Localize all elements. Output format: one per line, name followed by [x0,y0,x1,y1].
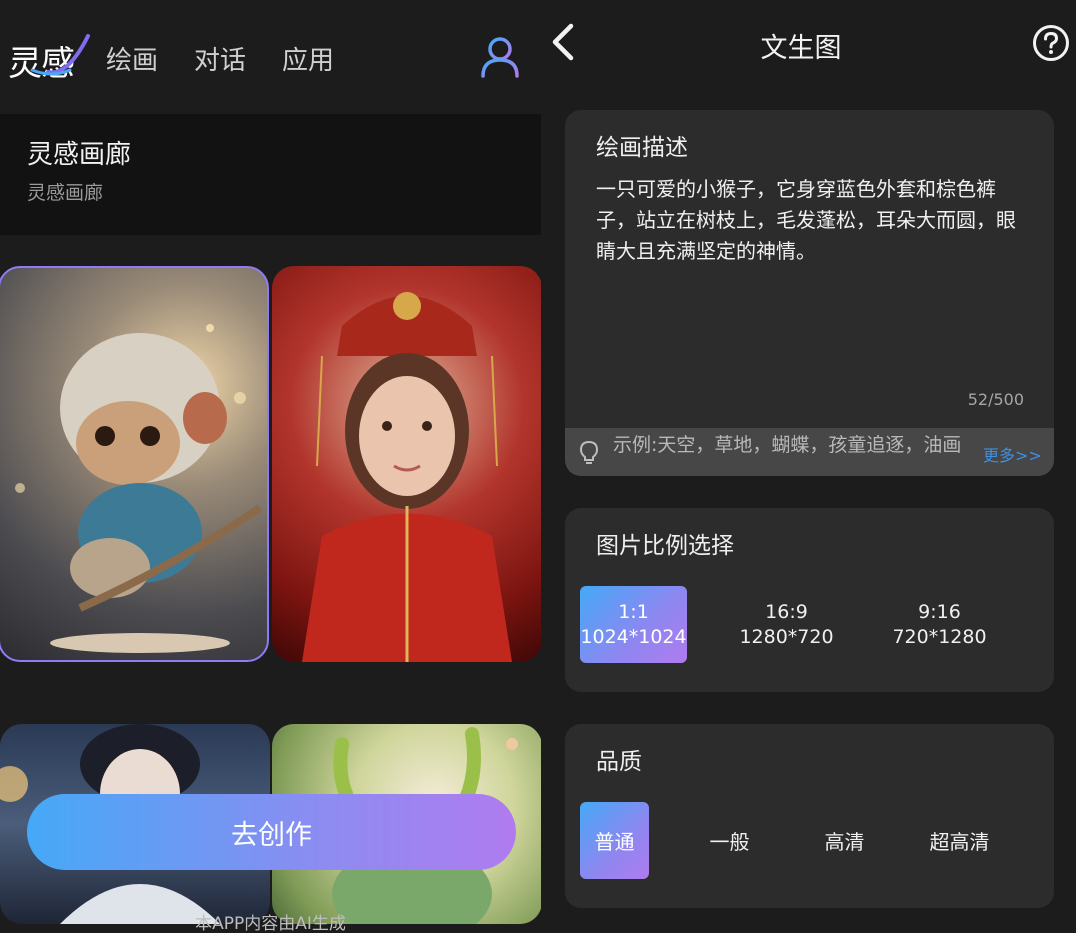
description-textarea[interactable]: 一只可爱的小猴子，它身穿蓝色外套和棕色裤子，站立在树枝上，毛发蓬松，耳朵大而圆，… [596,174,1034,267]
nav-tab-apps[interactable]: 应用 [282,40,334,77]
ratio-option-16-9[interactable]: 16:9 1280*720 [733,586,840,663]
more-examples-link[interactable]: 更多>> [983,442,1042,466]
nav-tab-chat[interactable]: 对话 [194,40,246,77]
quality-option-hd[interactable]: 高清 [810,802,879,879]
nav-tab-drawing[interactable]: 绘画 [106,40,158,77]
ratio-option-9-16[interactable]: 9:16 720*1280 [886,586,993,663]
ratio-title: 图片比例选择 [596,533,734,559]
example-tip-text: 示例:天空，草地，蝴蝶，孩童追逐，油画 [613,434,962,456]
ratio-label: 16:9 [765,600,808,623]
ratio-option-1-1[interactable]: 1:1 1024*1024 [580,586,687,663]
lightbulb-icon [579,440,599,464]
go-create-button[interactable]: 去创作 [27,794,516,870]
user-profile-icon[interactable] [480,36,520,78]
home-panel: 灵感 绘画 对话 应用 灵感画廊 灵感画廊 去创作 本APP内容由AI生成 [0,0,541,933]
gallery-header[interactable]: 灵感画廊 灵感画廊 [0,114,541,235]
text-to-image-panel: 文生图 绘画描述 一只可爱的小猴子，它身穿蓝色外套和棕色裤子，站立在树枝上，毛发… [541,0,1076,933]
gallery-image-girl[interactable] [272,266,541,662]
character-count: 52/500 [967,390,1024,409]
gallery-subtitle: 灵感画廊 [27,182,104,204]
top-nav: 绘画 对话 应用 [106,40,334,77]
ai-generated-note: 本APP内容由AI生成 [195,914,346,933]
description-title: 绘画描述 [596,135,688,161]
quality-title: 品质 [596,749,642,775]
quality-option-normal[interactable]: 普通 [580,802,649,879]
logo-brush-icon [30,34,90,76]
ratio-label: 1:1 [618,600,649,623]
app-logo: 灵感 [8,32,92,84]
description-panel: 绘画描述 一只可爱的小猴子，它身穿蓝色外套和棕色裤子，站立在树枝上，毛发蓬松，耳… [565,110,1054,476]
page-title: 文生图 [760,33,842,64]
quality-option-average[interactable]: 一般 [695,802,764,879]
help-icon[interactable] [1032,24,1070,62]
gallery-title: 灵感画廊 [27,140,132,170]
quality-panel: 品质 普通 一般 高清 超高清 [565,724,1054,908]
ratio-options: 1:1 1024*1024 16:9 1280*720 9:16 720*128… [580,586,993,663]
ratio-size: 1280*720 [739,625,834,648]
quality-option-ultra-hd[interactable]: 超高清 [925,802,994,879]
ratio-label: 9:16 [918,600,961,623]
ratio-size: 1024*1024 [580,625,687,648]
quality-options: 普通 一般 高清 超高清 [580,802,994,879]
gallery-image-monkey[interactable] [0,266,269,662]
example-tip-bar: 示例:天空，草地，蝴蝶，孩童追逐，油画 更多>> [565,428,1054,476]
ratio-size: 720*1280 [892,625,987,648]
ratio-panel: 图片比例选择 1:1 1024*1024 16:9 1280*720 9:16 … [565,508,1054,692]
